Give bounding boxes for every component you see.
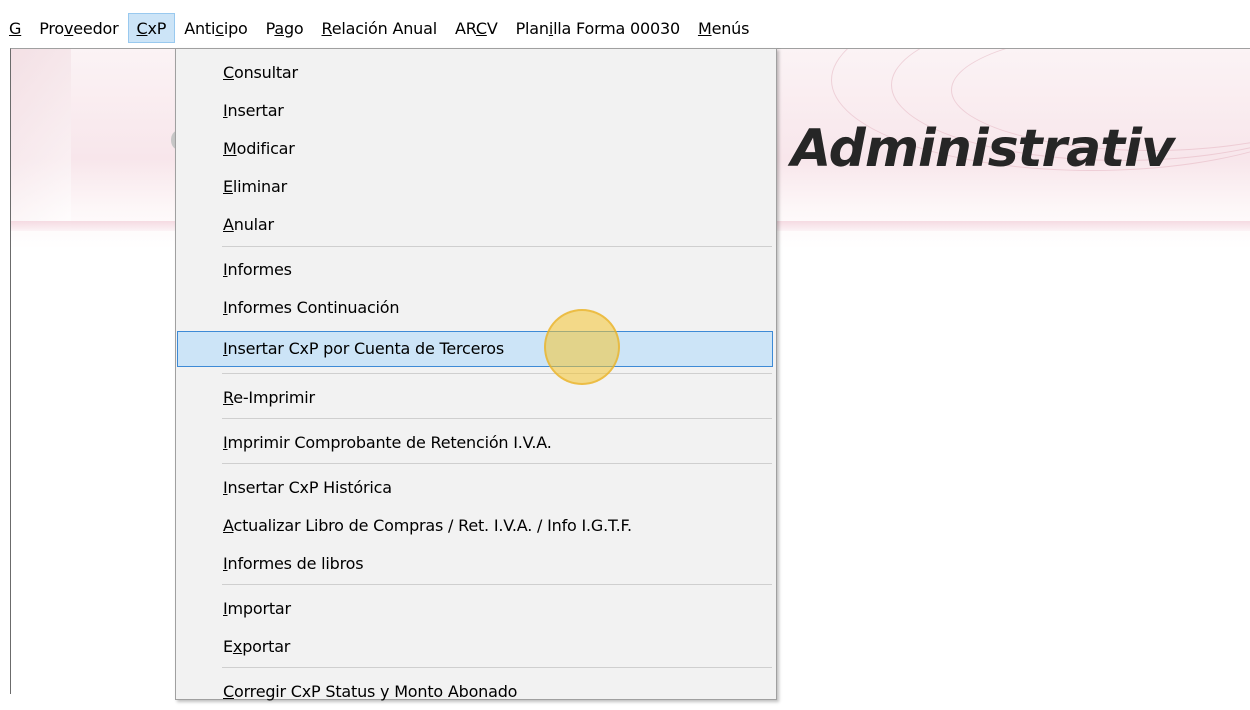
menu-item-insertar[interactable]: Insertar [177, 93, 773, 129]
menu-g[interactable]: G [0, 13, 30, 43]
menu-anticipo[interactable]: Anticipo [175, 13, 256, 43]
menu-item-importar[interactable]: Importar [177, 591, 773, 627]
menu-item-eliminar[interactable]: Eliminar [177, 169, 773, 205]
menu-item-imprimir-comprobante[interactable]: Imprimir Comprobante de Retención I.V.A. [177, 425, 773, 461]
menu-arcv[interactable]: ARCV [446, 13, 507, 43]
menu-item-consultar[interactable]: Consultar [177, 55, 773, 91]
menu-bar: G Proveedor CxP Anticipo Pago Relación A… [0, 8, 1250, 48]
menu-separator [222, 373, 772, 374]
banner-decoration [11, 49, 71, 229]
menu-menus[interactable]: Menús [689, 13, 758, 43]
menu-cxp[interactable]: CxP [127, 13, 176, 43]
menu-item-re-imprimir[interactable]: Re-Imprimir [177, 380, 773, 416]
menu-item-informes-continuacion[interactable]: Informes Continuación [177, 290, 773, 326]
menu-item-informes-libros[interactable]: Informes de libros [177, 546, 773, 582]
cxp-dropdown-menu: Consultar Insertar Modificar Eliminar An… [175, 48, 777, 701]
menu-item-corregir-cxp[interactable]: Corregir CxP Status y Monto Abonado [177, 674, 773, 710]
click-indicator [544, 309, 620, 385]
menu-item-anular[interactable]: Anular [177, 207, 773, 243]
menu-separator [222, 418, 772, 419]
menu-item-exportar[interactable]: Exportar [177, 629, 773, 665]
menu-planilla[interactable]: Planilla Forma 00030 [507, 13, 689, 43]
menu-separator [222, 246, 772, 247]
menu-item-insertar-cxp-terceros[interactable]: Insertar CxP por Cuenta de Terceros [177, 331, 773, 367]
menu-pago[interactable]: Pago [257, 13, 313, 43]
menu-separator [222, 667, 772, 668]
menu-item-actualizar-libro[interactable]: Actualizar Libro de Compras / Ret. I.V.A… [177, 508, 773, 544]
menu-relacion-anual[interactable]: Relación Anual [313, 13, 446, 43]
menu-item-insertar-cxp-historica[interactable]: Insertar CxP Histórica [177, 470, 773, 506]
banner-title: Administrativ [791, 119, 1175, 179]
menu-separator [222, 584, 772, 585]
menu-separator [222, 463, 772, 464]
menu-proveedor[interactable]: Proveedor [30, 13, 127, 43]
menu-item-informes[interactable]: Informes [177, 252, 773, 288]
menu-item-modificar[interactable]: Modificar [177, 131, 773, 167]
